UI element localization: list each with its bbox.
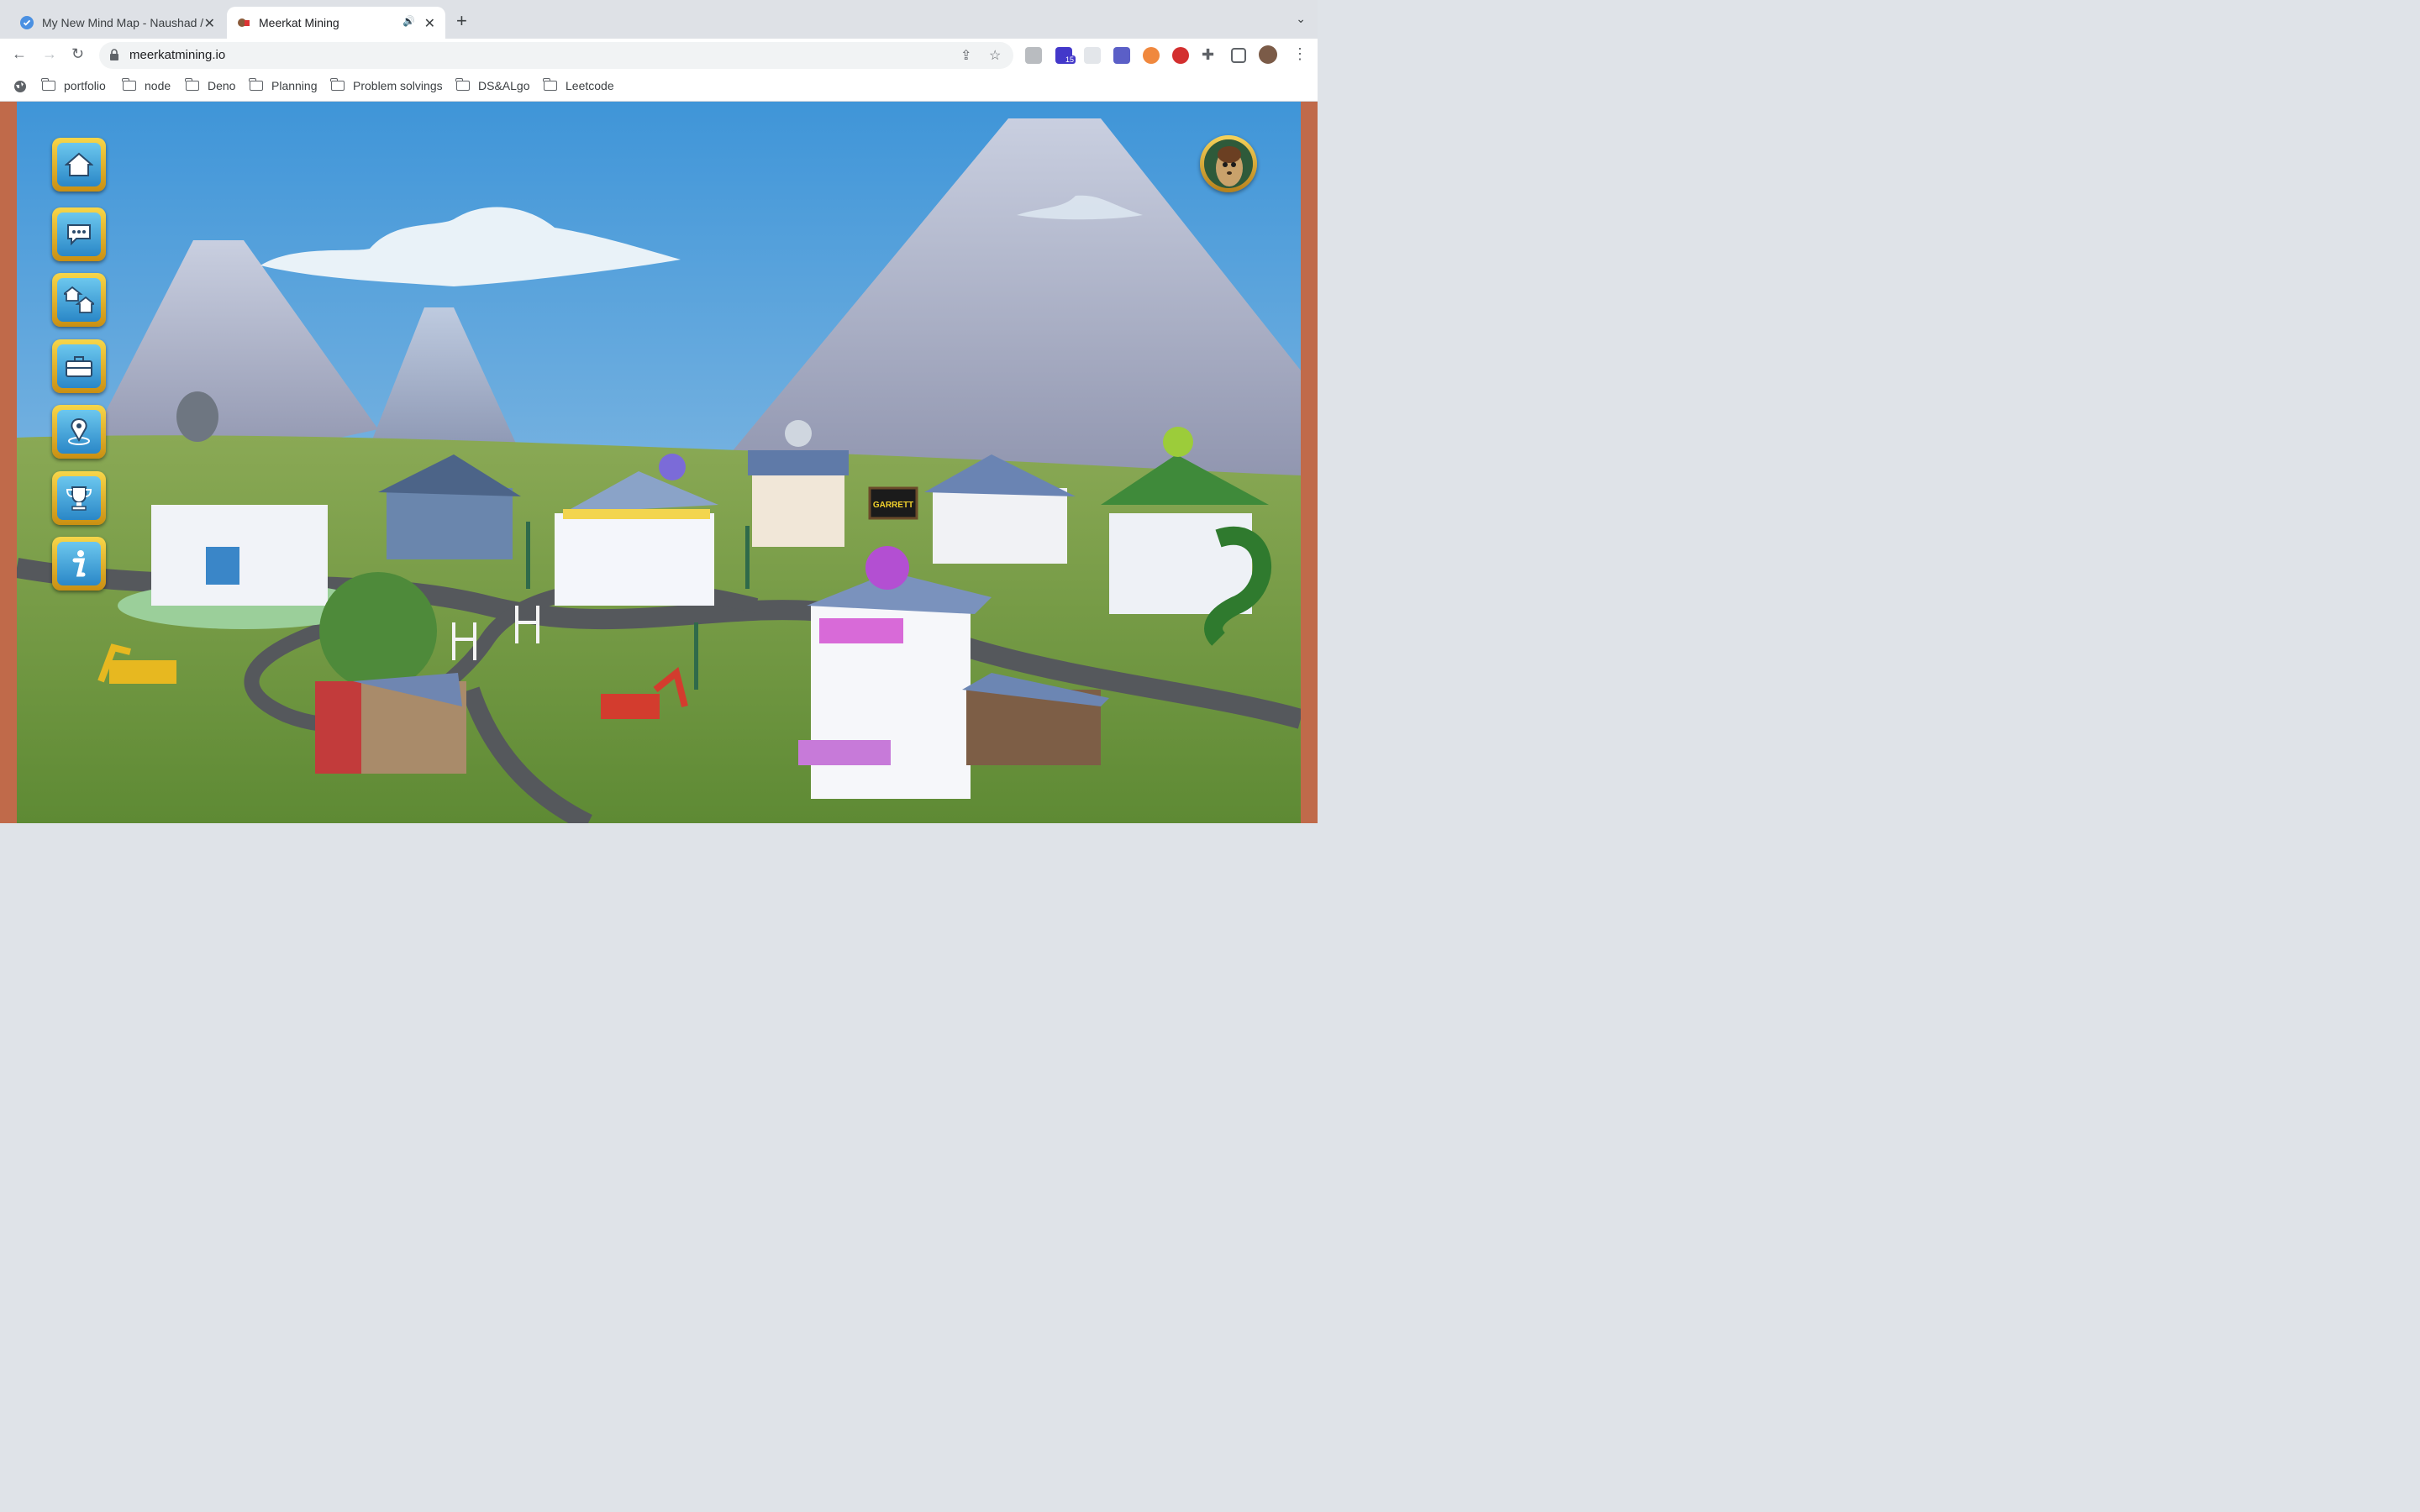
garrett-sign-text: GARRETT xyxy=(873,501,913,510)
tab-mind-map[interactable]: My New Mind Map - Naushad / ✕ xyxy=(10,7,225,39)
meerkat-favicon-icon xyxy=(238,18,250,27)
extension-graduation-icon[interactable]: 15 xyxy=(1055,47,1076,64)
bookmark-leetcode[interactable]: Leetcode xyxy=(543,78,614,92)
bookmark-label: Problem solvings xyxy=(353,79,443,92)
reload-icon[interactable]: ↻ xyxy=(71,45,84,63)
game-scene[interactable]: GARRETT xyxy=(17,102,1301,823)
home-button[interactable] xyxy=(52,138,106,192)
garrett-sign: GARRETT xyxy=(868,486,918,520)
info-icon xyxy=(72,550,86,577)
game-viewport: GARRETT xyxy=(0,102,1318,823)
bookmark-label: node xyxy=(145,79,171,92)
more-menu-icon[interactable]: ⋮ xyxy=(1292,45,1307,63)
bookmark-dsalgo[interactable]: DS&ALgo xyxy=(455,78,530,92)
bookmarks-bar: portfolio node Deno Planning Problem sol… xyxy=(0,72,1318,102)
new-tab-button[interactable]: + xyxy=(456,10,467,32)
bookmark-deno[interactable]: Deno xyxy=(185,78,236,92)
briefcase-button[interactable] xyxy=(52,339,106,393)
folder-icon xyxy=(122,78,136,91)
tab-title: Meerkat Mining xyxy=(259,16,339,29)
map-location-button[interactable] xyxy=(52,405,106,459)
globe-icon[interactable] xyxy=(13,80,27,93)
meerkat-avatar[interactable] xyxy=(1200,135,1257,192)
folder-icon xyxy=(330,78,345,91)
address-bar[interactable]: meerkatmining.io ⇪ ☆ xyxy=(99,42,1013,69)
folder-icon xyxy=(543,78,557,91)
bookmark-label: portfolio xyxy=(64,79,106,92)
bookmark-planning[interactable]: Planning xyxy=(249,78,318,92)
meerkat-portrait-icon xyxy=(1204,139,1253,188)
bookmark-problem-solvings[interactable]: Problem solvings xyxy=(330,78,443,92)
close-tab-icon[interactable]: ✕ xyxy=(424,15,435,32)
bookmark-label: DS&ALgo xyxy=(478,79,530,92)
briefcase-icon xyxy=(66,356,92,377)
checkmark-favicon-icon xyxy=(20,16,34,29)
speaker-icon[interactable]: 🔊 xyxy=(402,15,415,27)
extension-grid-icon[interactable] xyxy=(1084,47,1101,64)
trophy-button[interactable] xyxy=(52,471,106,525)
info-button[interactable] xyxy=(52,537,106,591)
profile-avatar[interactable] xyxy=(1259,45,1277,64)
tab-title: My New Mind Map - Naushad / xyxy=(42,16,204,29)
forward-arrow-icon[interactable]: → xyxy=(42,45,57,63)
extension-hand-icon[interactable] xyxy=(1172,47,1189,64)
side-panel-icon[interactable] xyxy=(1231,48,1246,63)
lock-icon xyxy=(110,49,118,60)
bookmark-portfolio[interactable]: portfolio xyxy=(41,78,106,92)
trophy-icon xyxy=(66,486,92,511)
browser-toolbar: ← → ↻ meerkatmining.io ⇪ ☆ 15 ✚ ⋮ xyxy=(0,39,1318,72)
bookmark-label: Deno xyxy=(208,79,236,92)
houses-button[interactable] xyxy=(52,273,106,327)
bookmark-label: Leetcode xyxy=(566,79,614,92)
tab-meerkat-mining[interactable]: Meerkat Mining 🔊 ✕ xyxy=(227,7,445,39)
folder-icon xyxy=(185,78,199,91)
folder-icon xyxy=(249,78,263,91)
folder-icon xyxy=(455,78,470,91)
extension-gray-icon[interactable] xyxy=(1025,47,1042,64)
extension-badge: 15 xyxy=(1064,55,1076,64)
bookmark-star-icon[interactable]: ☆ xyxy=(989,47,1001,64)
chat-button[interactable] xyxy=(52,207,106,261)
metamask-fox-icon[interactable] xyxy=(1143,47,1160,64)
puzzle-extensions-icon[interactable]: ✚ xyxy=(1202,46,1214,64)
houses-icon xyxy=(64,286,94,313)
share-icon[interactable]: ⇪ xyxy=(960,47,971,64)
location-pin-icon xyxy=(68,417,90,445)
tab-search-chevron-icon[interactable]: ⌄ xyxy=(1296,12,1306,26)
bookmark-label: Planning xyxy=(271,79,318,92)
close-tab-icon[interactable]: ✕ xyxy=(204,15,215,32)
bookmark-node[interactable]: node xyxy=(122,78,171,92)
back-arrow-icon[interactable]: ← xyxy=(12,45,27,63)
folder-icon xyxy=(41,78,55,91)
extension-flag-icon[interactable] xyxy=(1113,47,1130,64)
tab-strip: My New Mind Map - Naushad / ✕ Meerkat Mi… xyxy=(0,0,1318,39)
home-icon xyxy=(65,152,93,176)
chat-icon xyxy=(67,224,91,246)
url-text: meerkatmining.io xyxy=(129,48,226,62)
